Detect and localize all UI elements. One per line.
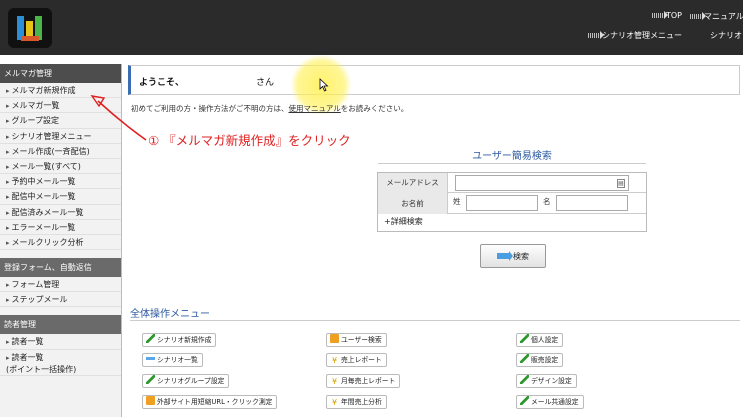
annotation-arrow <box>90 95 147 141</box>
annotation-text: ① 『メルマガ新規作成』をクリック <box>148 133 351 148</box>
